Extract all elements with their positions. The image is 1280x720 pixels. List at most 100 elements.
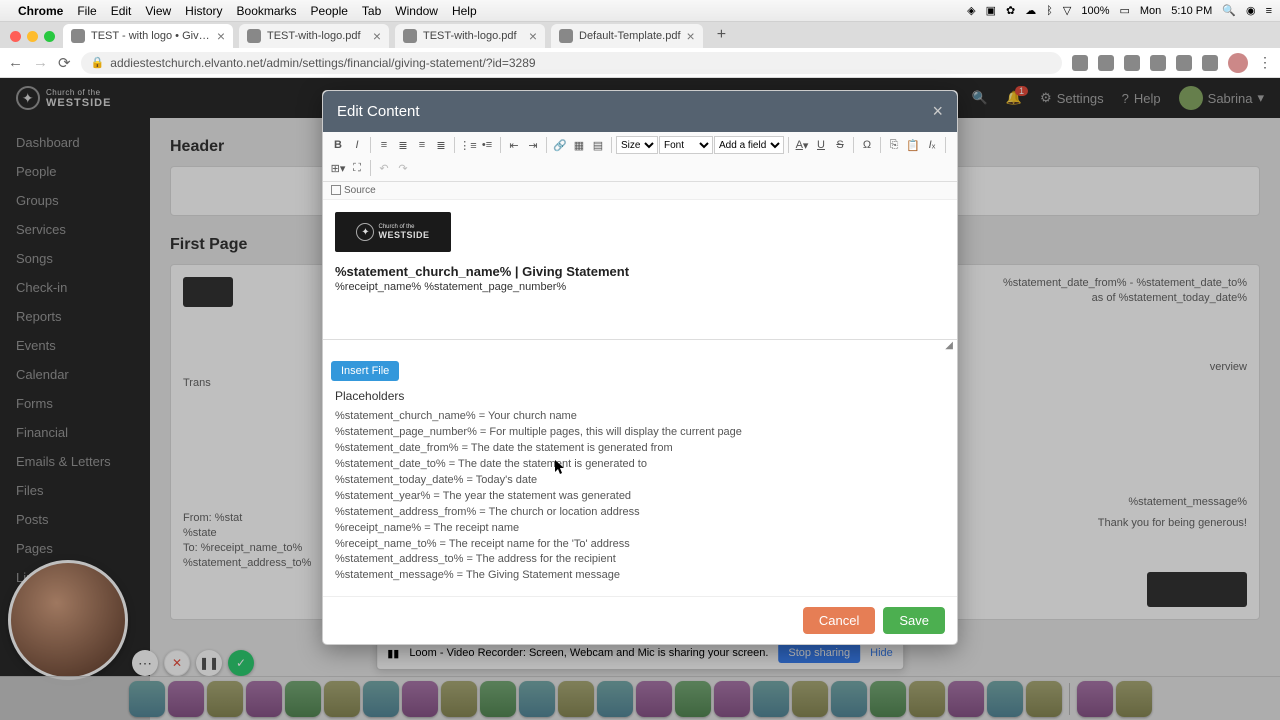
status-icon: ▣ (986, 4, 996, 17)
tab-title: Default-Template.pdf (579, 30, 681, 42)
undo-button[interactable]: ↶ (375, 157, 393, 179)
profile-avatar[interactable] (1228, 53, 1248, 73)
extension-icon[interactable] (1202, 55, 1218, 71)
menu-history[interactable]: History (185, 4, 222, 18)
close-tab-icon[interactable]: × (529, 28, 537, 44)
bluetooth-icon[interactable]: ᛒ (1046, 5, 1053, 17)
align-center-button[interactable]: ≣ (394, 134, 412, 156)
special-char-button[interactable]: Ω (858, 134, 876, 156)
browser-menu-button[interactable]: ⋮ (1258, 54, 1272, 71)
extension-icon[interactable] (1072, 55, 1088, 71)
copy-button[interactable]: ⎘ (885, 134, 903, 156)
close-window-button[interactable] (10, 31, 21, 42)
back-button[interactable]: ← (8, 54, 23, 71)
time-text: 5:10 PM (1171, 5, 1212, 17)
new-tab-button[interactable]: + (709, 26, 734, 48)
source-icon (331, 185, 341, 195)
link-button[interactable]: 🔗 (551, 134, 569, 156)
app-name[interactable]: Chrome (18, 4, 63, 18)
reload-button[interactable]: ⟳ (58, 54, 71, 72)
placeholder-line: %receipt_name_to% = The receipt name for… (335, 537, 945, 553)
menu-help[interactable]: Help (452, 4, 477, 18)
extension-icons: ⋮ (1072, 53, 1272, 73)
editor-subline: %receipt_name% %statement_page_number% (335, 281, 945, 293)
menu-window[interactable]: Window (395, 4, 438, 18)
siri-icon[interactable]: ◉ (1246, 4, 1256, 17)
add-field-select[interactable]: Add a field (714, 136, 784, 154)
menu-people[interactable]: People (311, 4, 348, 18)
italic-button[interactable]: I (348, 134, 366, 156)
placeholder-line: %statement_address_to% = The address for… (335, 552, 945, 568)
resize-handle-icon[interactable]: ◢ (323, 340, 957, 353)
lock-icon: 🔒 (91, 56, 105, 69)
placeholder-line: %statement_today_date% = Today's date (335, 473, 945, 489)
paste-button[interactable]: 📋 (904, 134, 922, 156)
underline-button[interactable]: U (812, 134, 830, 156)
menu-view[interactable]: View (145, 4, 171, 18)
strikethrough-button[interactable]: S (831, 134, 849, 156)
close-tab-icon[interactable]: × (687, 28, 695, 44)
menu-file[interactable]: File (77, 4, 96, 18)
cancel-button[interactable]: Cancel (803, 607, 875, 634)
redo-button[interactable]: ↷ (394, 157, 412, 179)
close-tab-icon[interactable]: × (217, 28, 225, 44)
maximize-button[interactable]: ⛶ (348, 157, 366, 179)
text-color-button[interactable]: A▾ (793, 134, 811, 156)
source-button[interactable]: Source (344, 185, 376, 196)
menu-bookmarks[interactable]: Bookmarks (237, 4, 297, 18)
editor-heading: %statement_church_name% | Giving Stateme… (335, 264, 945, 279)
align-left-button[interactable]: ≡ (375, 134, 393, 156)
extension-icon[interactable] (1098, 55, 1114, 71)
image-button[interactable]: ▦ (570, 134, 588, 156)
status-icon: ✿ (1006, 4, 1015, 17)
browser-tab[interactable]: TEST-with-logo.pdf × (395, 24, 545, 48)
modal-header: Edit Content × (323, 91, 957, 132)
extension-icon[interactable] (1124, 55, 1140, 71)
editor-logo: ✦ Church of the WESTSIDE (335, 212, 451, 252)
editor-content-area[interactable]: ✦ Church of the WESTSIDE %statement_chur… (323, 200, 957, 340)
maximize-window-button[interactable] (44, 31, 55, 42)
window-controls (6, 31, 63, 48)
tab-title: TEST-with-logo.pdf (423, 30, 523, 42)
align-right-button[interactable]: ≡ (413, 134, 431, 156)
mac-menubar: Chrome File Edit View History Bookmarks … (0, 0, 1280, 22)
tab-title: TEST-with-logo.pdf (267, 30, 367, 42)
save-button[interactable]: Save (883, 607, 945, 634)
align-justify-button[interactable]: ≣ (432, 134, 450, 156)
browser-tab[interactable]: TEST - with logo • Giving Stater × (63, 24, 233, 48)
close-tab-icon[interactable]: × (373, 28, 381, 44)
insert-file-button[interactable]: Insert File (331, 361, 399, 381)
placeholder-line: %receipt_name% = The receipt name (335, 521, 945, 537)
notifications-icon[interactable]: ≡ (1266, 5, 1272, 17)
font-select[interactable]: Font (659, 136, 713, 154)
clear-format-button[interactable]: Iₓ (923, 134, 941, 156)
spotlight-icon[interactable]: 🔍 (1222, 4, 1236, 17)
placeholder-line: %statement_date_from% = The date the sta… (335, 441, 945, 457)
modal-overlay: Edit Content × B I ≡ ≣ ≡ ≣ ⋮≡ •≡ ⇤ ⇥ 🔗 ▦… (0, 78, 1280, 720)
placeholder-line: %statement_year% = The year the statemen… (335, 489, 945, 505)
bold-button[interactable]: B (329, 134, 347, 156)
placeholder-line: %statement_page_number% = For multiple p… (335, 425, 945, 441)
wifi-icon[interactable]: ▽ (1063, 4, 1071, 17)
browser-tab[interactable]: TEST-with-logo.pdf × (239, 24, 389, 48)
table-button[interactable]: ▤ (589, 134, 607, 156)
outdent-button[interactable]: ⇤ (505, 134, 523, 156)
indent-button[interactable]: ⇥ (524, 134, 542, 156)
modal-footer: Cancel Save (323, 596, 957, 644)
list-ordered-button[interactable]: ⋮≡ (459, 134, 477, 156)
favicon-icon (403, 29, 417, 43)
minimize-window-button[interactable] (27, 31, 38, 42)
extension-icon[interactable] (1176, 55, 1192, 71)
browser-url-bar: ← → ⟳ 🔒 addiestestchurch.elvanto.net/adm… (0, 48, 1280, 78)
browser-tab[interactable]: Default-Template.pdf × (551, 24, 703, 48)
placeholders-title: Placeholders (335, 389, 945, 403)
forward-button[interactable]: → (33, 54, 48, 71)
list-unordered-button[interactable]: •≡ (478, 134, 496, 156)
size-select[interactable]: Size (616, 136, 658, 154)
address-bar[interactable]: 🔒 addiestestchurch.elvanto.net/admin/set… (81, 52, 1062, 74)
extension-icon[interactable] (1150, 55, 1166, 71)
show-blocks-button[interactable]: ⊞▾ (329, 157, 347, 179)
close-modal-button[interactable]: × (932, 101, 943, 122)
menu-tab[interactable]: Tab (362, 4, 381, 18)
menu-edit[interactable]: Edit (111, 4, 132, 18)
